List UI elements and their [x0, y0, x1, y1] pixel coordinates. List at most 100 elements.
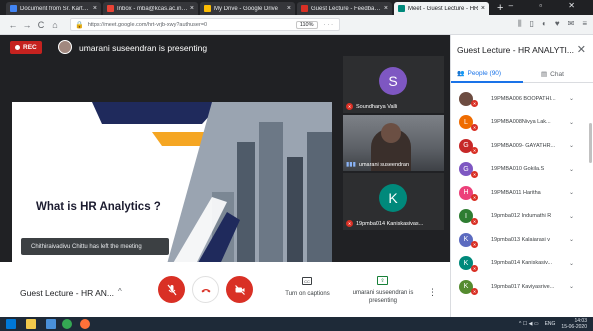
meeting-details-title[interactable]: Guest Lecture - HR AN...: [20, 288, 114, 298]
browser-tab[interactable]: Document from Sr. Karthi G ×: [6, 2, 101, 15]
captions-icon[interactable]: CC: [302, 277, 312, 285]
list-item[interactable]: ✕ 19PMBA006 BOOPATHI... ⌄: [451, 87, 588, 111]
os-taskbar: ^ ☐ ◀ ▭ ENG 14:03 15-06-2020: [0, 317, 593, 331]
chevron-down-icon[interactable]: ⌄: [569, 283, 574, 290]
new-tab-button[interactable]: +: [497, 2, 503, 15]
participant-name: 19PMBA009- GAYATHR...: [491, 142, 556, 149]
store-icon[interactable]: [46, 319, 56, 329]
participant-name: 19pmba013 Kalaiarasi v: [491, 236, 551, 243]
tile-name-text: Soundharya Valli: [356, 103, 398, 110]
forward-icon[interactable]: →: [20, 20, 34, 30]
library-icon[interactable]: ⫼: [518, 19, 522, 29]
file-explorer-icon[interactable]: [26, 319, 36, 329]
tab-people[interactable]: 👥 People (90): [457, 70, 501, 77]
tab-chat[interactable]: ▤ Chat: [541, 70, 564, 79]
url-text[interactable]: https://meet.google.com/hrt-vrjb-xwy?aut…: [88, 22, 293, 28]
chrome-icon[interactable]: [62, 319, 72, 329]
present-icon[interactable]: ⇪: [377, 276, 388, 285]
mic-off-icon: ✕: [471, 241, 478, 248]
participant-tile[interactable]: K ✕ 19pmba014 Kaniskasivas...: [343, 173, 444, 230]
chevron-down-icon[interactable]: ⌄: [569, 260, 574, 267]
mic-off-icon: ✕: [471, 123, 478, 131]
browser-tab[interactable]: Inbox - mba@kcas.ac.in - Kon ×: [103, 2, 198, 15]
presenting-status[interactable]: umarani suseendran is presenting: [348, 289, 418, 305]
page-actions-icon[interactable]: ···: [324, 22, 336, 28]
close-tab-icon[interactable]: ×: [481, 5, 485, 12]
start-icon[interactable]: [6, 319, 16, 329]
tab-favicon: [398, 5, 405, 12]
tile-name-text: 19pmba014 Kaniskasivas...: [356, 220, 424, 227]
menu-icon[interactable]: ≡: [582, 19, 587, 29]
chevron-down-icon[interactable]: ⌄: [569, 119, 574, 126]
list-item[interactable]: H ✕ 19PMBA011 Haritha ⌄: [451, 181, 588, 205]
camera-off-button[interactable]: [226, 276, 253, 303]
presenting-banner: umarani suseendran is presenting: [79, 43, 208, 53]
mail-icon[interactable]: ✉: [568, 19, 575, 29]
close-tab-icon[interactable]: ×: [190, 5, 194, 12]
tile-name: ✕ 19pmba014 Kaniskasivas...: [346, 220, 423, 227]
chevron-down-icon[interactable]: ⌄: [569, 95, 574, 102]
list-item[interactable]: I ✕ 19pmba012 Indumathi R ⌄: [451, 205, 588, 229]
extension-icon[interactable]: ◐: [542, 19, 547, 29]
browser-tab[interactable]: My Drive - Google Drive ×: [200, 2, 295, 15]
close-tab-icon[interactable]: ×: [384, 5, 388, 12]
mic-off-icon: [167, 284, 176, 295]
tab-people-label: People (90): [467, 70, 502, 77]
mic-off-button[interactable]: [158, 276, 185, 303]
window-controls[interactable]: – ▫ ✕: [509, 1, 587, 10]
slide-graphic: [12, 102, 332, 282]
participant-tile-video[interactable]: ▮▮▮ umarani suseendran: [343, 115, 444, 171]
firefox-icon[interactable]: [80, 319, 90, 329]
participant-list: ✕ 19PMBA006 BOOPATHI... ⌄ L ✕ 19PMBA008N…: [451, 87, 588, 299]
tab-title: Meet - Guest Lecture - HR: [408, 5, 479, 12]
back-icon[interactable]: ←: [6, 20, 20, 30]
tab-title: Document from Sr. Karthi G: [20, 5, 91, 12]
avatar: [58, 40, 72, 54]
people-icon: 👥: [457, 71, 465, 77]
chevron-up-icon[interactable]: ^: [118, 287, 122, 296]
reload-icon[interactable]: C: [34, 20, 48, 30]
mic-off-icon: ✕: [346, 103, 353, 110]
chevron-down-icon[interactable]: ⌄: [569, 236, 574, 243]
chevron-down-icon[interactable]: ⌄: [569, 189, 574, 196]
participant-name: 19PMBA006 BOOPATHI...: [491, 95, 556, 102]
close-tab-icon[interactable]: ×: [93, 5, 97, 12]
participant-name: 19PMBA011 Haritha: [491, 189, 541, 196]
chat-icon: ▤: [541, 71, 548, 78]
mic-off-icon: ✕: [471, 147, 478, 154]
home-icon[interactable]: ⌂: [48, 20, 62, 30]
list-item[interactable]: K ✕ 19pmba013 Kalaiarasi v ⌄: [451, 228, 588, 252]
chevron-down-icon[interactable]: ⌄: [569, 166, 574, 173]
clock[interactable]: 14:03 15-06-2020: [561, 318, 587, 330]
address-bar[interactable]: 🔒 https://meet.google.com/hrt-vrjb-xwy?a…: [70, 18, 340, 31]
pocket-icon[interactable]: ♥: [555, 19, 560, 29]
active-tab-indicator: [451, 81, 523, 83]
browser-tab[interactable]: Guest Lecture - Feedback - HR ×: [297, 2, 392, 15]
list-item[interactable]: K ✕ 19pmba017 Kaviyasrive... ⌄: [451, 275, 588, 299]
sidebar-icon[interactable]: ▯: [530, 19, 534, 29]
record-dot-icon: [15, 45, 20, 50]
chevron-down-icon[interactable]: ⌄: [569, 142, 574, 149]
browser-tab-active[interactable]: Meet - Guest Lecture - HR ×: [394, 2, 489, 15]
list-item[interactable]: L ✕ 19PMBA008Nivya Lak... ⌄: [451, 111, 588, 135]
list-item[interactable]: K ✕ 19pmba014 Kaniskasiv... ⌄: [451, 252, 588, 276]
language-indicator[interactable]: ENG: [545, 321, 556, 327]
zoom-level[interactable]: 110%: [295, 20, 318, 29]
chevron-down-icon[interactable]: ⌄: [569, 213, 574, 220]
browser-toolbar: ← → C ⌂ 🔒 https://meet.google.com/hrt-vr…: [0, 15, 593, 35]
more-options-icon[interactable]: ⋮: [428, 287, 437, 298]
hang-up-button[interactable]: [192, 276, 219, 303]
list-item[interactable]: G ✕ 19PMBA009- GAYATHR... ⌄: [451, 134, 588, 158]
close-tab-icon[interactable]: ×: [287, 5, 291, 12]
captions-button[interactable]: Turn on captions: [280, 291, 335, 297]
clock-date: 15-06-2020: [561, 324, 587, 330]
participant-tile[interactable]: S ✕ Soundharya Valli: [343, 56, 444, 113]
list-item[interactable]: G ✕ 19PMBA010 Gokila.S ⌄: [451, 158, 588, 182]
close-icon[interactable]: ✕: [577, 43, 586, 56]
panel-scrollbar[interactable]: [589, 123, 592, 163]
camera-person-head: [381, 123, 401, 143]
tray-icons[interactable]: ^ ☐ ◀ ▭: [519, 321, 539, 327]
camera-off-icon: [234, 284, 245, 295]
tab-favicon: [204, 5, 211, 12]
lock-icon: 🔒: [75, 21, 84, 29]
